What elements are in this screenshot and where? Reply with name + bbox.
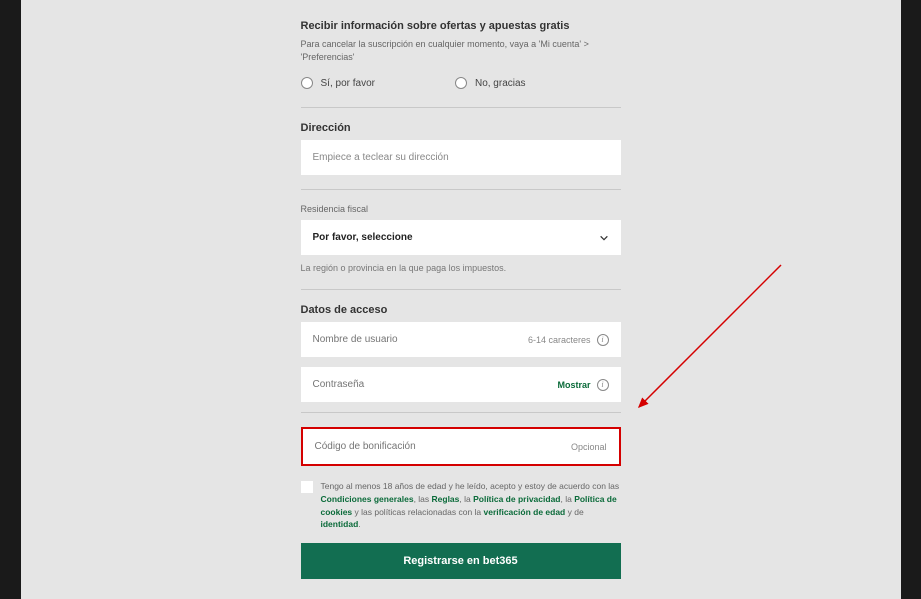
link-identity[interactable]: identidad [321,519,359,529]
offers-yes-label: Sí, por favor [321,78,375,89]
fiscal-select[interactable]: Por favor, seleccione [301,220,621,255]
offers-no-label: No, gracias [475,78,526,89]
offers-title: Recibir información sobre ofertas y apue… [301,20,621,32]
password-field[interactable]: Mostrar i [301,367,621,402]
password-show-toggle[interactable]: Mostrar [557,380,590,390]
link-age[interactable]: verificación de edad [484,507,566,517]
info-icon[interactable]: i [597,379,609,391]
radio-icon [455,77,467,89]
fiscal-selected: Por favor, seleccione [313,232,413,243]
bonus-code-field[interactable]: Opcional [301,427,621,466]
divider [301,412,621,413]
register-button[interactable]: Registrarse en bet365 [301,543,621,579]
link-rules[interactable]: Reglas [432,494,460,504]
bonus-code-input[interactable] [315,429,571,464]
bonus-optional-label: Opcional [571,442,607,452]
link-privacy[interactable]: Política de privacidad [473,494,560,504]
annotation-arrow [621,255,791,425]
address-input[interactable] [301,140,621,175]
terms-text: Tengo al menos 18 años de edad y he leíd… [321,480,621,531]
fiscal-helper: La región o provincia en la que paga los… [301,263,621,273]
offers-yes-radio[interactable]: Sí, por favor [301,77,375,89]
offers-no-radio[interactable]: No, gracias [455,77,526,89]
access-title: Datos de acceso [301,304,621,316]
username-input[interactable] [313,322,528,357]
username-hint: 6-14 caracteres [528,335,591,345]
divider [301,289,621,290]
divider [301,189,621,190]
fiscal-label: Residencia fiscal [301,204,621,214]
offers-sub: Para cancelar la suscripción en cualquie… [301,38,621,63]
link-conditions[interactable]: Condiciones generales [321,494,414,504]
password-input[interactable] [313,367,558,402]
chevron-down-icon [599,233,609,243]
info-icon[interactable]: i [597,334,609,346]
terms-checkbox[interactable] [301,481,313,493]
radio-icon [301,77,313,89]
username-field[interactable]: 6-14 caracteres i [301,322,621,357]
divider [301,107,621,108]
address-title: Dirección [301,122,621,134]
